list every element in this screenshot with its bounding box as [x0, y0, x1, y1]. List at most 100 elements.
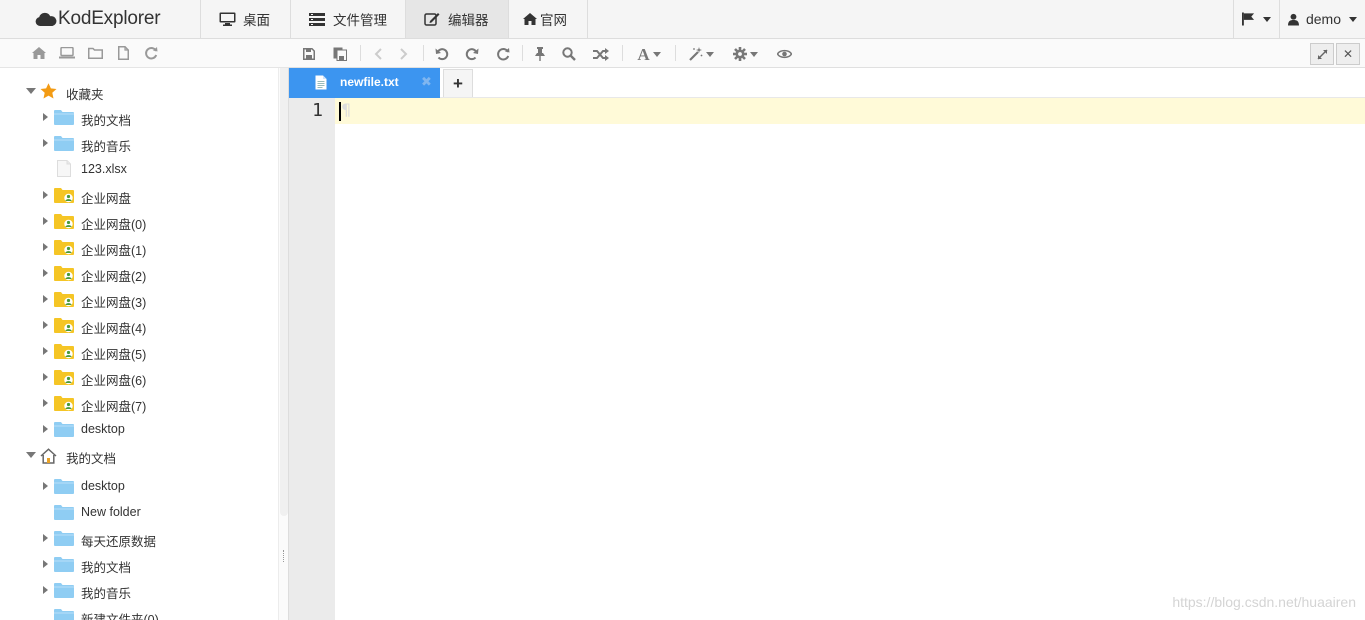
- code-editor[interactable]: [335, 124, 1365, 620]
- save-all-button[interactable]: [332, 44, 348, 64]
- tree-item-label: New folder: [81, 505, 141, 519]
- tree-home-button[interactable]: [25, 40, 53, 66]
- caret-right-icon[interactable]: [43, 586, 48, 594]
- tree-new-file-button[interactable]: [109, 40, 137, 66]
- chevron-down-icon: [1263, 16, 1271, 22]
- close-icon: ✕: [1342, 47, 1354, 61]
- caret-right-icon[interactable]: [43, 373, 48, 381]
- preview-button[interactable]: [775, 44, 793, 64]
- tree-new-folder-button[interactable]: [81, 40, 109, 66]
- caret-down-icon[interactable]: [26, 88, 36, 94]
- tree-item[interactable]: 企业网盘(5): [0, 338, 278, 364]
- caret-right-icon[interactable]: [43, 217, 48, 225]
- nav-editor[interactable]: 编辑器: [405, 0, 508, 38]
- tree-item[interactable]: 企业网盘(2): [0, 260, 278, 286]
- user-menu[interactable]: demo: [1279, 0, 1365, 38]
- cloud-icon: [35, 12, 57, 26]
- app-title: KodExplorer: [58, 8, 161, 29]
- tree-item[interactable]: desktop: [0, 473, 278, 499]
- undo-button[interactable]: [434, 44, 450, 64]
- tree-refresh-button[interactable]: [137, 40, 165, 66]
- caret-right-icon[interactable]: [43, 321, 48, 329]
- chevron-down-icon: [749, 51, 758, 57]
- gear-icon: [732, 47, 747, 61]
- chevron-left-icon: [374, 48, 382, 60]
- nav-file-manager[interactable]: 文件管理: [290, 0, 405, 38]
- user-icon: [1288, 13, 1299, 25]
- tree-item[interactable]: 企业网盘(3): [0, 286, 278, 312]
- tree-computer-button[interactable]: [53, 40, 81, 66]
- tab-prev-button[interactable]: [371, 44, 385, 64]
- redo-button[interactable]: [464, 44, 480, 64]
- caret-right-icon[interactable]: [43, 399, 48, 407]
- reload-button[interactable]: [495, 44, 511, 64]
- search-button[interactable]: [561, 44, 577, 64]
- desktop-icon: [217, 12, 237, 26]
- caret-right-icon[interactable]: [43, 425, 48, 433]
- tab-next-button[interactable]: [397, 44, 411, 64]
- app-logo[interactable]: KodExplorer: [0, 0, 200, 38]
- settings-menu[interactable]: [730, 44, 760, 64]
- nav-official-site[interactable]: 官网: [508, 0, 588, 38]
- group-folder-icon: [54, 395, 74, 414]
- font-size-menu[interactable]: A: [634, 44, 664, 64]
- caret-right-icon[interactable]: [43, 243, 48, 251]
- maximize-button[interactable]: [1310, 43, 1334, 65]
- caret-right-icon[interactable]: [43, 139, 48, 147]
- eye-icon: [776, 49, 792, 59]
- caret-right-icon[interactable]: [43, 191, 48, 199]
- save-button[interactable]: [301, 44, 317, 64]
- pin-button[interactable]: [533, 44, 547, 64]
- tree-item-label: 企业网盘(2): [81, 270, 147, 284]
- tree-item[interactable]: 新建文件夹(0): [0, 603, 278, 620]
- magic-wand-icon: [688, 47, 702, 61]
- toolbar-separator: [360, 45, 361, 61]
- language-menu[interactable]: [1233, 0, 1279, 38]
- tree-toolbar: [0, 39, 289, 68]
- editor-tab-active[interactable]: newfile.txt ✖: [289, 68, 440, 98]
- tree-item[interactable]: 企业网盘(6): [0, 364, 278, 390]
- chevron-down-icon: [705, 51, 714, 57]
- tree-item[interactable]: 企业网盘(0): [0, 208, 278, 234]
- editor-tab-label: newfile.txt: [340, 75, 399, 89]
- tree-item[interactable]: 我的音乐: [0, 577, 278, 603]
- tree-scrollbar[interactable]: [280, 68, 288, 516]
- tree-root-my-documents[interactable]: 我的文档: [0, 442, 278, 473]
- pin-icon: [535, 47, 545, 61]
- caret-right-icon[interactable]: [43, 347, 48, 355]
- tree-item-label: 我的文档: [81, 561, 132, 575]
- pane-splitter[interactable]: [278, 68, 289, 620]
- tree-item[interactable]: New folder: [0, 499, 278, 525]
- save-all-icon: [333, 47, 347, 61]
- nav-desktop[interactable]: 桌面: [200, 0, 290, 38]
- splitter-grip[interactable]: [283, 550, 284, 562]
- add-tab-button[interactable]: +: [443, 69, 473, 97]
- caret-right-icon[interactable]: [43, 295, 48, 303]
- tree-item[interactable]: 我的文档: [0, 551, 278, 577]
- tree-item-label: desktop: [81, 422, 125, 436]
- replace-button[interactable]: [592, 44, 610, 64]
- caret-right-icon[interactable]: [43, 560, 48, 568]
- tree-item-label: 我的文档: [66, 452, 117, 466]
- close-button[interactable]: ✕: [1336, 43, 1360, 65]
- caret-right-icon[interactable]: [43, 113, 48, 121]
- plus-icon: +: [453, 74, 463, 93]
- caret-right-icon[interactable]: [43, 534, 48, 542]
- tree-item[interactable]: 123.xlsx: [0, 156, 278, 182]
- tree-item[interactable]: 我的文档: [0, 104, 278, 130]
- theme-menu[interactable]: [686, 44, 716, 64]
- tree-item[interactable]: 每天还原数据: [0, 525, 278, 551]
- tree-item[interactable]: desktop: [0, 416, 278, 442]
- tree-root-favorites[interactable]: 收藏夹: [0, 78, 278, 104]
- tree-item[interactable]: 企业网盘(4): [0, 312, 278, 338]
- caret-right-icon[interactable]: [43, 482, 48, 490]
- tree-item[interactable]: 企业网盘(1): [0, 234, 278, 260]
- tree-item[interactable]: 企业网盘: [0, 182, 278, 208]
- tab-close-icon[interactable]: ✖: [421, 74, 432, 90]
- caret-right-icon[interactable]: [43, 269, 48, 277]
- computer-icon: [59, 47, 75, 59]
- caret-down-icon[interactable]: [26, 452, 36, 458]
- folder-icon: [54, 582, 74, 601]
- tree-item[interactable]: 企业网盘(7): [0, 390, 278, 416]
- tree-item[interactable]: 我的音乐: [0, 130, 278, 156]
